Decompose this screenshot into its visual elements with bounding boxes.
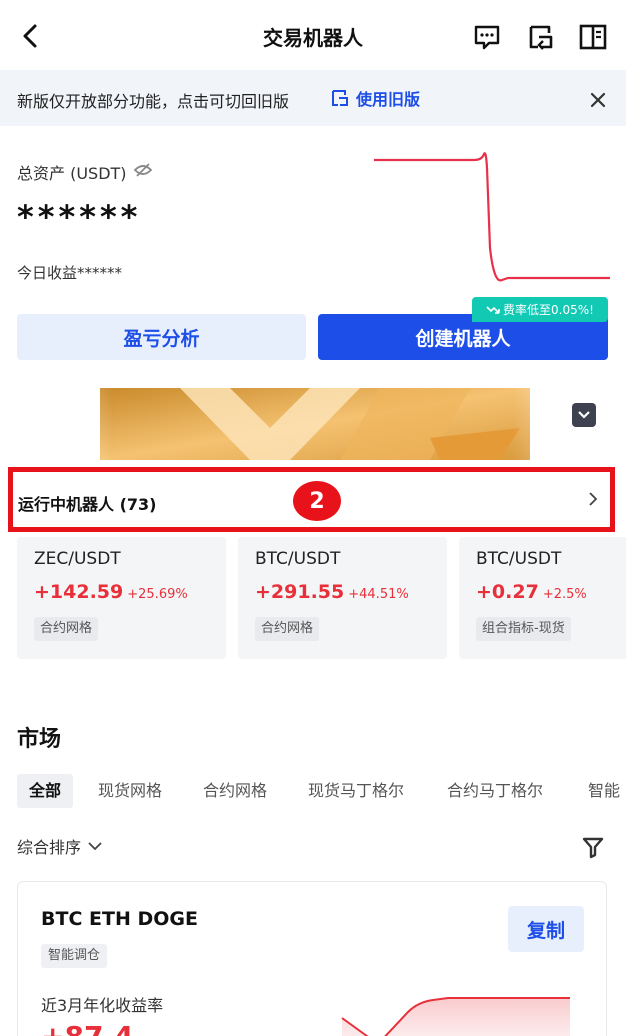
close-notice-button[interactable] (586, 88, 610, 112)
collapse-banner-button[interactable] (572, 403, 596, 427)
chevron-down-icon (88, 842, 102, 851)
fee-badge-text: 费率低至0.05%! (503, 303, 594, 317)
strategy-tag: 智能调仓 (41, 944, 108, 968)
copy-strategy-button[interactable]: 复制 (508, 906, 584, 952)
eye-off-icon (133, 163, 152, 177)
chevron-right-icon (589, 492, 598, 506)
bot-profit: +142.59 +25.69% (34, 581, 188, 603)
strategy-card[interactable]: BTC ETH DOGE 智能调仓 复制 近3月年化收益率 +87.4 (17, 881, 607, 1036)
market-section-title: 市场 (17, 727, 62, 752)
bot-pair: ZEC/USDT (34, 549, 121, 569)
tab-spot-grid[interactable]: 现货网格 (98, 774, 162, 808)
strategy-return-chart (341, 997, 570, 1036)
sort-dropdown[interactable]: 综合排序 (17, 834, 103, 858)
guide-button[interactable] (578, 22, 608, 52)
tab-spot-martingale[interactable]: 现货马丁格尔 (308, 774, 404, 808)
step-marker-badge: 2 (293, 481, 341, 521)
bot-profit: +291.55 +44.51% (255, 581, 409, 603)
bot-pair: BTC/USDT (255, 549, 341, 569)
switch-version-button[interactable] (526, 22, 556, 52)
bot-profit-percent: +25.69% (127, 587, 188, 602)
use-old-version-label: 使用旧版 (356, 90, 421, 109)
strategy-metric-value: +87.4 (41, 1020, 134, 1036)
today-profit-label: 今日收益****** (17, 264, 123, 282)
tab-futures-martingale[interactable]: 合约马丁格尔 (447, 774, 543, 808)
fee-badge: 费率低至0.05%! (472, 297, 608, 322)
total-assets-label: 总资产 (USDT) (17, 164, 127, 183)
bot-type-tag: 合约网格 (34, 617, 99, 641)
bot-type-tag: 组合指标-现货 (476, 617, 571, 641)
assets-sparkline (374, 152, 610, 282)
notice-text: 新版仅开放部分功能，点击可切回旧版 (17, 92, 290, 111)
coin-illustration (0, 388, 626, 460)
chevron-down-icon (578, 411, 590, 419)
app-header: 交易机器人 (0, 0, 626, 70)
chat-icon (474, 25, 500, 50)
book-icon (579, 24, 607, 50)
market-tabs: 全部 现货网格 合约网格 现货马丁格尔 合约马丁格尔 智能 (17, 774, 626, 810)
running-bots-label: 运行中机器人 (73) (18, 495, 157, 514)
version-notice-bar: 新版仅开放部分功能，点击可切回旧版 使用旧版 (0, 70, 626, 126)
strategy-metric-label: 近3月年化收益率 (41, 996, 164, 1015)
bot-profit-amount: +142.59 (34, 581, 124, 603)
bot-profit-percent: +44.51% (348, 587, 409, 602)
bot-card[interactable]: ZEC/USDT +142.59 +25.69% 合约网格 (17, 537, 226, 659)
bot-card[interactable]: BTC/USDT +0.27 +2.5% 组合指标-现货 (459, 537, 626, 659)
tab-futures-grid[interactable]: 合约网格 (203, 774, 267, 808)
hide-balance-toggle[interactable] (133, 162, 153, 182)
tab-all[interactable]: 全部 (17, 774, 74, 808)
switch-icon (332, 90, 348, 106)
filter-icon[interactable] (580, 834, 606, 860)
bot-profit-percent: +2.5% (542, 587, 587, 602)
bot-profit-amount: +291.55 (255, 581, 345, 603)
strategy-name: BTC ETH DOGE (41, 908, 198, 930)
total-assets-value: ****** (17, 198, 142, 236)
close-icon (590, 92, 606, 108)
tab-smart[interactable]: 智能 (588, 774, 620, 808)
promo-banner[interactable] (0, 388, 626, 460)
switch-icon (529, 25, 553, 50)
trend-down-icon (486, 305, 500, 314)
bot-profit: +0.27 +2.5% (476, 581, 587, 603)
total-assets-label-row: 总资产 (USDT) (17, 160, 153, 184)
bot-type-tag: 合约网格 (255, 617, 320, 641)
sort-label: 综合排序 (17, 838, 82, 857)
bot-pair: BTC/USDT (476, 549, 562, 569)
bot-card[interactable]: BTC/USDT +291.55 +44.51% 合约网格 (238, 537, 447, 659)
use-old-version-link[interactable]: 使用旧版 (330, 86, 420, 110)
profit-analysis-button[interactable]: 盈亏分析 (17, 314, 306, 360)
bot-profit-amount: +0.27 (476, 581, 539, 603)
message-button[interactable] (472, 22, 502, 52)
